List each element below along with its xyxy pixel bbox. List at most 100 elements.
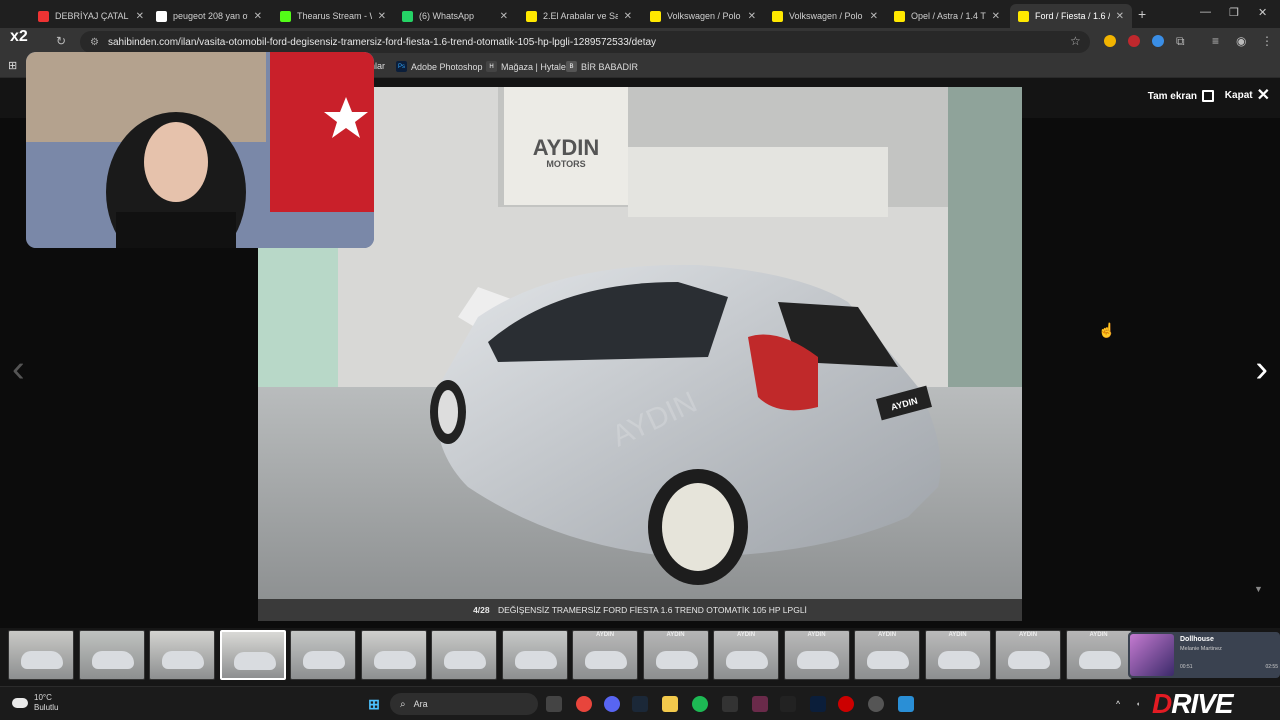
- sahibinden-icon: [526, 10, 537, 22]
- close-window-icon[interactable]: ✕: [1258, 6, 1267, 19]
- photo-thumbnail[interactable]: AYDIN: [995, 630, 1061, 680]
- photo-thumbnail[interactable]: [149, 630, 215, 680]
- app-icon[interactable]: [752, 696, 768, 712]
- photo-thumbnail[interactable]: AYDIN: [642, 630, 709, 680]
- menu-icon[interactable]: ⋮: [1261, 34, 1273, 48]
- webcam-feed: [26, 52, 374, 248]
- app-icon[interactable]: [898, 696, 914, 712]
- close-tab-icon[interactable]: ✕: [624, 11, 632, 22]
- close-tab-icon[interactable]: ✕: [1116, 11, 1124, 22]
- photo-thumbnail[interactable]: [501, 630, 568, 680]
- thumbnail-car: [91, 651, 134, 669]
- chevron-down-icon[interactable]: ▼: [1254, 584, 1263, 594]
- browser-tab[interactable]: Ford / Fiesta / 1.6 / Tr ✕: [1010, 4, 1132, 28]
- browser-tab[interactable]: DEBRİYAJ ÇATAL ARI ✕: [30, 4, 152, 28]
- whatsapp-icon: [402, 10, 413, 22]
- app-icon[interactable]: [868, 696, 884, 712]
- photo-thumbnail[interactable]: [78, 630, 145, 680]
- sahibinden-icon: [772, 10, 783, 22]
- file-explorer-icon[interactable]: [662, 696, 678, 712]
- browser-tab[interactable]: (6) WhatsApp ✕: [394, 4, 516, 28]
- windows-start-icon[interactable]: ⊞: [366, 696, 382, 712]
- site-info-icon[interactable]: ⚙: [90, 37, 100, 48]
- address-bar[interactable]: ⚙ sahibinden.com/ilan/vasita-otomobil-fo…: [80, 31, 1090, 53]
- tab-title: Thearus Stream - Wa: [297, 11, 372, 21]
- photo-thumbnail[interactable]: AYDIN: [924, 630, 991, 680]
- close-label: Kapat: [1224, 90, 1253, 101]
- photo-thumbnail[interactable]: [290, 630, 356, 680]
- close-tab-icon[interactable]: ✕: [136, 11, 144, 22]
- bookmark-hytale[interactable]: H Mağaza | Hytale: [486, 61, 566, 72]
- bookmark-label: BİR BABADIR: [581, 61, 639, 72]
- spotify-icon[interactable]: [692, 696, 708, 712]
- close-tab-icon[interactable]: ✕: [870, 11, 878, 22]
- close-tab-icon[interactable]: ✕: [254, 11, 262, 22]
- photo-thumbnail[interactable]: [360, 630, 427, 680]
- browser-tab[interactable]: Thearus Stream - Wa ✕: [272, 4, 394, 28]
- photo-thumbnail[interactable]: AYDIN: [1065, 630, 1132, 680]
- extension-icon[interactable]: [1152, 35, 1164, 47]
- previous-photo-icon[interactable]: ‹: [12, 348, 25, 391]
- thumbnail-car: [867, 651, 909, 669]
- thumbnail-car: [796, 651, 839, 669]
- now-playing-widget[interactable]: Dollhouse Melanie Martinez 00:51 02:55: [1128, 632, 1280, 678]
- restore-icon[interactable]: ❐: [1229, 6, 1239, 19]
- hytale-icon: H: [486, 61, 497, 72]
- car-wheel: [662, 483, 734, 571]
- bookmark-star-icon[interactable]: ☆: [1070, 34, 1081, 48]
- thumbnail-car: [1078, 651, 1121, 669]
- thumbnail-car: [444, 651, 486, 669]
- taskbar-search[interactable]: ⌕ Ara: [390, 693, 538, 715]
- tab-title: 2.El Arabalar ve Satılı: [543, 11, 618, 21]
- weather-widget[interactable]: 10°C Bulutlu: [12, 693, 58, 713]
- extension-icon[interactable]: [1128, 35, 1140, 47]
- close-tab-icon[interactable]: ✕: [500, 11, 508, 22]
- minimize-icon[interactable]: —: [1200, 6, 1211, 18]
- tab-title: DEBRİYAJ ÇATAL ARI: [55, 11, 130, 21]
- photo-thumbnail[interactable]: AYDIN: [713, 630, 779, 680]
- close-tab-icon[interactable]: ✕: [378, 11, 386, 22]
- new-tab-button[interactable]: +: [1138, 6, 1146, 22]
- photo-caption: 4/28 DEĞİŞENSİZ TRAMERSİZ FORD FİESTA 1.…: [258, 599, 1022, 621]
- browser-tab[interactable]: Volkswagen / Polo / ✕: [642, 4, 764, 28]
- thumbnail-label: AYDIN: [948, 632, 967, 638]
- photo-thumbnail[interactable]: AYDIN: [854, 630, 920, 680]
- epic-games-icon[interactable]: [780, 696, 796, 712]
- photoshop-icon[interactable]: [810, 696, 826, 712]
- close-tab-icon[interactable]: ✕: [748, 11, 756, 22]
- app-icon[interactable]: [722, 696, 738, 712]
- profile-icon[interactable]: ◉: [1236, 34, 1246, 48]
- task-view-icon[interactable]: [546, 696, 562, 712]
- browser-tab[interactable]: Volkswagen / Polo / ✕: [764, 4, 886, 28]
- youtube-icon: [38, 10, 49, 22]
- browser-tab[interactable]: Opel / Astra / 1.4 T / ✕: [886, 4, 1008, 28]
- thumbnail-car: [655, 651, 698, 669]
- bookmark-label: Mağaza | Hytale: [501, 61, 566, 72]
- bookmark-bir-babadir[interactable]: B BİR BABADIR: [566, 61, 638, 72]
- fullscreen-button[interactable]: Tam ekran: [1148, 90, 1214, 102]
- browser-tab[interactable]: peugeot 208 yan oto ✕: [148, 4, 270, 28]
- photo-thumbnail[interactable]: [431, 630, 497, 680]
- close-tab-icon[interactable]: ✕: [992, 11, 1000, 22]
- photo-thumbnail[interactable]: [219, 630, 286, 680]
- media-control-icon[interactable]: ≡: [1212, 34, 1219, 48]
- extension-icon[interactable]: [1104, 35, 1116, 47]
- chevron-up-icon[interactable]: ^: [1110, 696, 1126, 712]
- volume-icon[interactable]: ◖: [1130, 696, 1146, 712]
- browser-tab[interactable]: 2.El Arabalar ve Satılı ✕: [518, 4, 640, 28]
- next-photo-icon[interactable]: ›: [1255, 348, 1268, 391]
- close-viewer-button[interactable]: Kapat ✕: [1224, 87, 1270, 103]
- photo-thumbnail[interactable]: AYDIN: [572, 630, 638, 680]
- photo-thumbnail[interactable]: [8, 630, 74, 680]
- photo-thumbnail[interactable]: AYDIN: [783, 630, 850, 680]
- steam-icon[interactable]: [632, 696, 648, 712]
- reload-icon[interactable]: ↻: [56, 34, 66, 48]
- thumbnail-car: [1008, 651, 1050, 669]
- bookmark-photoshop[interactable]: Ps Adobe Photoshop: [396, 61, 483, 72]
- discord-icon[interactable]: [604, 696, 620, 712]
- app-icon[interactable]: [838, 696, 854, 712]
- track-total-time: 02:55: [1265, 664, 1278, 670]
- apps-grid-icon[interactable]: ⊞: [8, 59, 17, 72]
- chrome-icon[interactable]: [576, 696, 592, 712]
- extensions-puzzle-icon[interactable]: ⧉: [1176, 34, 1185, 49]
